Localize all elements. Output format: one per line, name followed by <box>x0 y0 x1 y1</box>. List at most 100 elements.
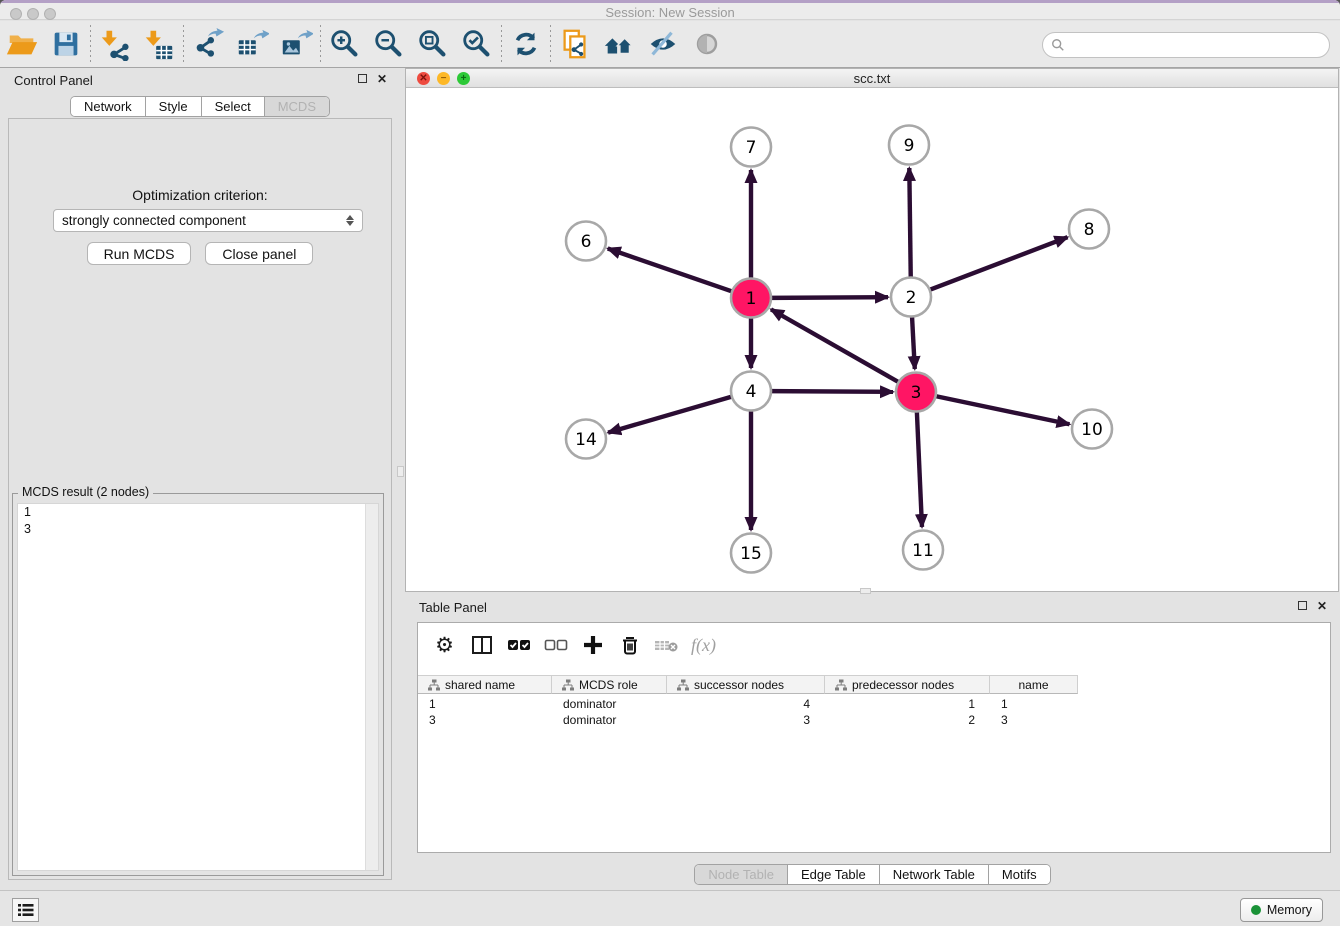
table-panel-header: Table Panel ✕ <box>405 595 1340 621</box>
column-header-name[interactable]: name <box>990 675 1078 694</box>
graph-node-11[interactable]: 11 <box>903 531 943 570</box>
task-history-button[interactable] <box>12 898 39 922</box>
node-table-container: ⚙ f(x) <box>417 622 1331 853</box>
run-mcds-button[interactable]: Run MCDS <box>87 242 192 265</box>
table-cell[interactable]: 4 <box>667 696 825 712</box>
tab-node-table[interactable]: Node Table <box>695 865 787 884</box>
tab-mcds[interactable]: MCDS <box>264 97 329 116</box>
graph-edge-3-11[interactable] <box>917 412 922 527</box>
save-session-icon[interactable] <box>44 24 88 64</box>
optimization-criterion-select[interactable]: strongly connected component <box>53 209 363 232</box>
search-input[interactable] <box>1065 37 1329 54</box>
memory-button[interactable]: Memory <box>1240 898 1323 922</box>
import-network-icon[interactable] <box>93 24 137 64</box>
close-panel-icon[interactable]: ✕ <box>376 74 388 86</box>
graph-node-2[interactable]: 2 <box>891 278 931 317</box>
graph-edge-2-3[interactable] <box>912 317 915 369</box>
graph-node-label: 2 <box>906 288 917 308</box>
table-cell[interactable]: dominator <box>552 696 667 712</box>
deselect-all-icon[interactable] <box>537 627 574 663</box>
split-view-icon[interactable] <box>463 627 500 663</box>
column-header-MCDS-role[interactable]: MCDS role <box>552 675 667 694</box>
tab-motifs[interactable]: Motifs <box>988 865 1050 884</box>
optimization-criterion-label: Optimization criterion: <box>9 187 391 203</box>
show-details-icon[interactable] <box>685 24 729 64</box>
float-table-panel-icon[interactable] <box>1296 601 1308 613</box>
table-cell[interactable]: 1 <box>990 696 1078 712</box>
graph-node-15[interactable]: 15 <box>731 534 771 573</box>
open-session-icon[interactable] <box>0 24 44 64</box>
hide-details-icon[interactable] <box>641 24 685 64</box>
window-title: Session: New Session <box>0 5 1340 20</box>
export-image-icon[interactable] <box>274 24 318 64</box>
graph-edge-3-10[interactable] <box>936 396 1070 424</box>
horizontal-splitter-handle[interactable] <box>860 588 871 594</box>
graph-edge-3-1[interactable] <box>771 309 899 382</box>
graph-node-10[interactable]: 10 <box>1072 410 1112 449</box>
table-settings-icon[interactable]: ⚙ <box>426 627 463 663</box>
mcds-result-scrollbar[interactable] <box>365 504 378 870</box>
graph-edge-1-2[interactable] <box>771 297 888 298</box>
column-header-label: MCDS role <box>579 678 638 692</box>
list-icon <box>18 903 34 917</box>
close-table-panel-icon[interactable]: ✕ <box>1316 601 1328 613</box>
zoom-in-icon[interactable] <box>323 24 367 64</box>
close-panel-button[interactable]: Close panel <box>205 242 313 265</box>
tab-network[interactable]: Network <box>71 97 145 116</box>
select-all-icon[interactable] <box>500 627 537 663</box>
tab-network-table[interactable]: Network Table <box>879 865 988 884</box>
column-header-predecessor-nodes[interactable]: predecessor nodes <box>825 675 990 694</box>
window-titlebar: Session: New Session <box>0 0 1340 20</box>
table-cell[interactable]: 1 <box>418 696 552 712</box>
graph-edge-1-6[interactable] <box>608 249 732 292</box>
table-cell[interactable]: 3 <box>667 712 825 728</box>
table-cell[interactable]: dominator <box>552 712 667 728</box>
import-table-icon[interactable] <box>137 24 181 64</box>
export-network-icon[interactable] <box>186 24 230 64</box>
select-stepper-icon <box>346 215 354 226</box>
toolbar-separator <box>90 25 91 63</box>
graph-edge-4-14[interactable] <box>608 397 732 433</box>
add-row-icon[interactable] <box>574 627 611 663</box>
graph-node-3[interactable]: 3 <box>896 373 936 412</box>
graph-node-6[interactable]: 6 <box>566 222 606 261</box>
graph-node-label: 8 <box>1084 220 1095 240</box>
table-cell[interactable]: 1 <box>825 696 990 712</box>
zoom-selected-icon[interactable] <box>455 24 499 64</box>
zoom-out-icon[interactable] <box>367 24 411 64</box>
network-canvas[interactable]: 1 2 3 4 6 7 8 9 10 11 14 15 <box>406 88 1338 591</box>
mcds-result-item[interactable]: 1 <box>18 504 378 521</box>
float-panel-icon[interactable] <box>356 74 368 86</box>
graph-node-14[interactable]: 14 <box>566 420 606 459</box>
tab-edge-table[interactable]: Edge Table <box>787 865 879 884</box>
graph-node-4[interactable]: 4 <box>731 372 771 411</box>
table-cell[interactable]: 3 <box>418 712 552 728</box>
tab-select[interactable]: Select <box>201 97 264 116</box>
graph-node-1[interactable]: 1 <box>731 279 771 318</box>
graph-node-9[interactable]: 9 <box>889 126 929 165</box>
delete-table-icon <box>648 627 685 663</box>
mcds-result-group: MCDS result (2 nodes) 13 <box>12 493 384 876</box>
graph-edge-2-8[interactable] <box>930 237 1068 290</box>
network-graph[interactable]: 1 2 3 4 6 7 8 9 10 11 14 15 <box>406 88 1338 591</box>
graph-edge-2-9[interactable] <box>909 168 910 277</box>
vertical-splitter-handle[interactable] <box>397 466 404 477</box>
network-window-titlebar[interactable]: ✕ − + scc.txt <box>406 69 1338 88</box>
graph-node-8[interactable]: 8 <box>1069 210 1109 249</box>
table-cell[interactable]: 2 <box>825 712 990 728</box>
table-cell[interactable]: 3 <box>990 712 1078 728</box>
delete-rows-icon[interactable] <box>611 627 648 663</box>
mcds-result-item[interactable]: 3 <box>18 521 378 538</box>
graph-node-7[interactable]: 7 <box>731 128 771 167</box>
mcds-result-list[interactable]: 13 <box>17 503 379 871</box>
clone-network-icon[interactable] <box>553 24 597 64</box>
column-header-successor-nodes[interactable]: successor nodes <box>667 675 825 694</box>
graph-edge-4-3[interactable] <box>771 391 893 392</box>
zoom-fit-icon[interactable] <box>411 24 455 64</box>
column-header-shared-name[interactable]: shared name <box>418 675 552 694</box>
refresh-view-icon[interactable] <box>504 24 548 64</box>
graph-node-label: 6 <box>581 232 592 252</box>
export-table-icon[interactable] <box>230 24 274 64</box>
home-icon[interactable] <box>597 24 641 64</box>
tab-style[interactable]: Style <box>145 97 201 116</box>
